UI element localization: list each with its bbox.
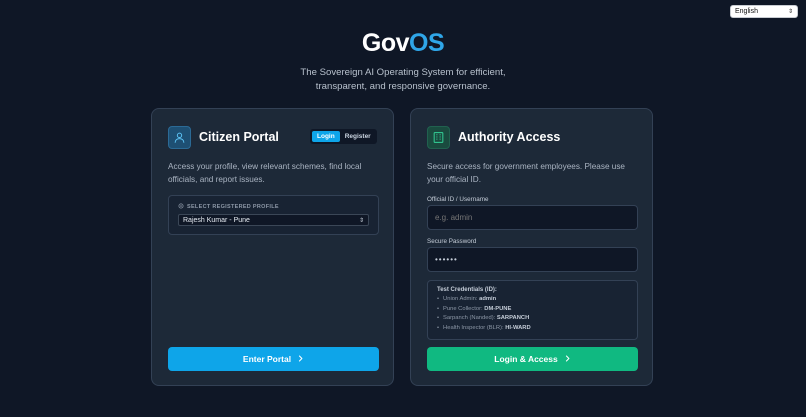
enter-portal-label: Enter Portal <box>242 354 292 364</box>
chevron-right-icon <box>564 354 571 364</box>
citizen-card-title: Citizen Portal <box>199 130 279 144</box>
cred-id: SARPANCH <box>496 315 530 321</box>
test-credentials-box: Test Credentials (ID): Union Admin: admi… <box>427 280 638 340</box>
tagline-line2: transparent, and responsive governance. <box>315 80 491 92</box>
language-select[interactable]: English ⇕ <box>730 5 798 18</box>
select-icon <box>178 203 184 211</box>
cred-id: DM-PUNE <box>484 305 512 312</box>
cred-id: HI-WARD <box>505 324 531 331</box>
list-item: Sarpanch (Nanded): SARPANCH <box>437 314 628 324</box>
cred-role: Health Inspector (BLR): <box>443 324 504 331</box>
login-access-button[interactable]: Login & Access <box>427 347 638 371</box>
authority-description: Secure access for government employees. … <box>427 162 625 184</box>
official-id-input[interactable] <box>427 205 638 230</box>
user-icon <box>168 125 191 149</box>
language-selected: English <box>735 8 758 15</box>
brand-part1: Gov <box>361 29 410 57</box>
cred-id: admin <box>479 296 497 302</box>
tagline-line1: The Sovereign AI Operating System for ef… <box>300 67 506 78</box>
authority-card-header: Authority Access <box>427 125 636 149</box>
list-item: Pune Collector: DM-PUNE <box>437 305 628 315</box>
list-item: Union Admin: admin <box>437 295 628 305</box>
tab-login[interactable]: Login <box>312 131 340 142</box>
tab-register[interactable]: Register <box>340 131 376 142</box>
enter-portal-button[interactable]: Enter Portal <box>168 347 379 371</box>
profile-selected: Rajesh Kumar - Pune <box>183 216 250 224</box>
brand-part2: OS <box>409 29 445 57</box>
password-input[interactable]: •••••• <box>427 247 638 272</box>
profile-selector-box: SELECT REGISTERED PROFILE Rajesh Kumar -… <box>168 195 379 235</box>
cred-role: Sarpanch (Nanded): <box>443 315 496 321</box>
cred-role: Pune Collector: <box>443 305 483 312</box>
credentials-list: Union Admin: admin Pune Collector: DM-PU… <box>437 295 628 333</box>
password-label: Secure Password <box>427 238 477 245</box>
profile-label: SELECT REGISTERED PROFILE <box>178 203 369 211</box>
profile-select[interactable]: Rajesh Kumar - Pune ⇕ <box>178 214 369 226</box>
login-register-toggle: Login Register <box>310 129 377 144</box>
citizen-card-header: Citizen Portal Login Register <box>168 125 377 149</box>
login-access-label: Login & Access <box>494 354 558 364</box>
authority-card-title: Authority Access <box>458 130 561 144</box>
brand-logo: GovOS <box>0 29 806 58</box>
chevron-updown-icon: ⇕ <box>358 217 364 224</box>
profile-label-text: SELECT REGISTERED PROFILE <box>187 204 279 210</box>
citizen-portal-card: Citizen Portal Login Register Access you… <box>151 108 394 386</box>
chevron-right-icon <box>297 354 304 364</box>
test-credentials-title: Test Credentials (ID): <box>437 287 497 293</box>
building-icon <box>427 125 450 149</box>
list-item: Health Inspector (BLR): HI-WARD <box>437 324 628 334</box>
chevron-updown-icon: ⇕ <box>787 9 793 15</box>
authority-access-card: Authority Access Secure access for gover… <box>410 108 653 386</box>
citizen-description: Access your profile, view relevant schem… <box>168 162 362 184</box>
cred-role: Union Admin: <box>443 296 478 302</box>
official-id-label: Official ID / Username <box>427 196 489 203</box>
tagline: The Sovereign AI Operating System for ef… <box>0 66 806 93</box>
